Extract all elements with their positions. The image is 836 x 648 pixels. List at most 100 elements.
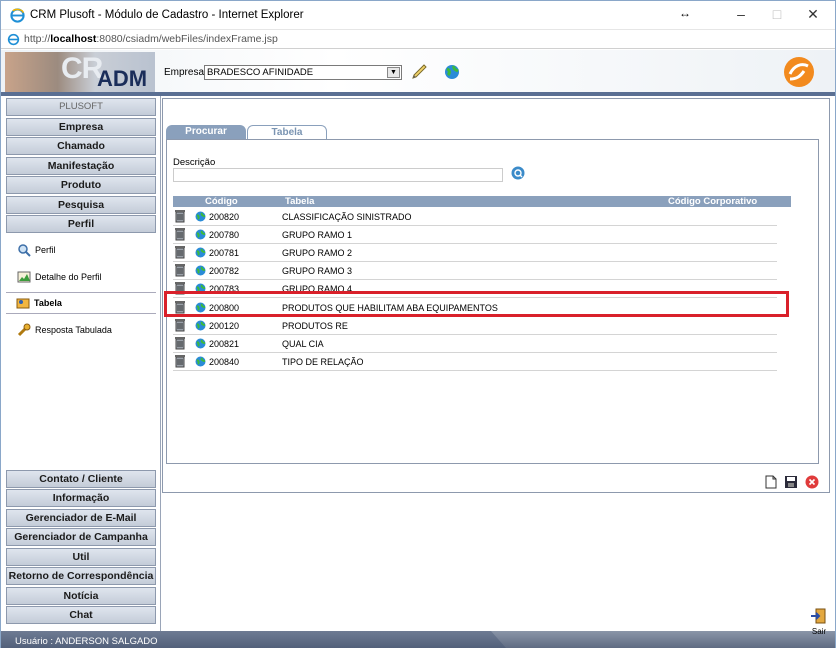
sidebar-item-util[interactable]: Util	[6, 548, 156, 566]
search-icon[interactable]	[511, 166, 525, 180]
row-code: 200781	[209, 248, 240, 259]
globe-icon[interactable]	[195, 265, 206, 276]
wrench-icon	[17, 323, 31, 337]
exit-button[interactable]: Sair	[809, 607, 829, 637]
edit-pen-icon[interactable]	[411, 63, 429, 81]
sidebar-item-contato-cliente[interactable]: Contato / Cliente	[6, 470, 156, 488]
row-code: 200840	[209, 356, 240, 367]
sub-item-perfil[interactable]: Perfil	[17, 242, 56, 258]
trash-icon[interactable]	[173, 263, 187, 277]
magnifier-icon	[18, 244, 31, 257]
grid-header: Código Tabela Código Corporativo	[173, 196, 791, 207]
row-name: TIPO DE RELAÇÃO	[282, 356, 364, 367]
row-name: CLASSIFICAÇÃO SINISTRADO	[282, 212, 412, 222]
globe-icon[interactable]	[443, 63, 461, 81]
window-title: CRM Plusoft - Módulo de Cadastro - Inter…	[30, 9, 304, 21]
url-text: http://localhost:8080/csiadm/webFiles/in…	[24, 33, 278, 45]
tab-procurar[interactable]: Procurar	[166, 125, 246, 139]
status-user: Usuário : ANDERSON SALGADO	[15, 636, 158, 647]
row-name: GRUPO RAMO 3	[282, 266, 353, 277]
sub-item-tabela-label: Tabela	[34, 298, 62, 308]
url-host: localhost	[50, 33, 97, 45]
maximize-button[interactable]: □	[759, 3, 795, 27]
descricao-input[interactable]	[173, 168, 503, 182]
app-header: CR ADM Empresa: BRADESCO AFINIDADE ▼	[1, 50, 835, 96]
sidebar-item-produto[interactable]: Produto	[6, 176, 156, 194]
table-row[interactable]: 200780 GRUPO RAMO 1	[173, 226, 777, 245]
row-code: 200780	[209, 230, 240, 241]
row-code: 200782	[209, 266, 240, 277]
tabela-icon	[16, 298, 30, 309]
row-name: PRODUTOS RE	[282, 320, 348, 331]
sub-item-detalhe-perfil[interactable]: Detalhe do Perfil	[17, 269, 102, 285]
row-name: QUAL CIA	[282, 338, 324, 349]
cancel-icon[interactable]	[805, 475, 819, 489]
url-prefix: http://	[24, 33, 51, 45]
sidebar-item-retorno-correspondencia[interactable]: Retorno de Correspondência	[6, 567, 156, 585]
table-row[interactable]: 200120 PRODUTOS RE	[173, 317, 777, 335]
descricao-label: Descrição	[173, 157, 216, 168]
row-code: 200120	[209, 320, 240, 331]
trash-icon[interactable]	[173, 245, 187, 259]
empresa-select[interactable]: BRADESCO AFINIDADE ▼	[204, 65, 402, 80]
sidebar-item-manifestacao[interactable]: Manifestação	[6, 157, 156, 175]
globe-icon[interactable]	[195, 229, 206, 240]
ie-page-icon	[7, 33, 20, 45]
tab-tabela[interactable]: Tabela	[247, 125, 327, 139]
sub-item-perfil-label: Perfil	[35, 245, 56, 255]
globe-icon[interactable]	[195, 320, 206, 331]
new-doc-icon[interactable]	[764, 475, 778, 489]
sidebar-item-empresa[interactable]: Empresa	[6, 118, 156, 136]
sidebar: PLUSOFT Empresa Chamado Manifestação Pro…	[1, 96, 161, 631]
trash-icon[interactable]	[173, 318, 187, 332]
globe-icon[interactable]	[195, 338, 206, 349]
plusoft-logo-icon	[784, 57, 814, 87]
table-row[interactable]: 200782 GRUPO RAMO 3	[173, 262, 777, 281]
table-row[interactable]: 200840 TIPO DE RELAÇÃO	[173, 353, 777, 371]
exit-icon	[811, 608, 826, 624]
logo-adm-text: ADM	[97, 66, 148, 91]
sub-item-tabela[interactable]: Tabela	[6, 292, 156, 314]
close-button[interactable]: ✕	[795, 3, 831, 27]
profile-detail-icon	[17, 271, 31, 283]
row-code: 200821	[209, 338, 240, 349]
table-row[interactable]: 200821 QUAL CIA	[173, 335, 777, 353]
browser-window: CRM Plusoft - Módulo de Cadastro - Inter…	[0, 0, 836, 648]
sidebar-item-chamado[interactable]: Chamado	[6, 137, 156, 155]
trash-icon[interactable]	[173, 336, 187, 350]
resize-icon[interactable]: ↔	[679, 6, 691, 20]
globe-icon[interactable]	[195, 247, 206, 258]
table-row[interactable]: 200781 GRUPO RAMO 2	[173, 244, 777, 263]
sidebar-item-chat[interactable]: Chat	[6, 606, 156, 624]
sidebar-item-gerenciador-email[interactable]: Gerenciador de E-Mail	[6, 509, 156, 527]
sub-item-resposta-label: Resposta Tabulada	[35, 325, 112, 335]
row-code: 200820	[209, 212, 240, 222]
globe-icon[interactable]	[195, 356, 206, 367]
url-path: :8080/csiadm/webFiles/indexFrame.jsp	[96, 33, 278, 45]
empresa-label: Empresa:	[164, 67, 207, 78]
col-codigo-corporativo: Código Corporativo	[668, 196, 758, 207]
row-name: GRUPO RAMO 2	[282, 248, 353, 259]
table-row[interactable]: 200820 CLASSIFICAÇÃO SINISTRADO	[173, 208, 777, 226]
sidebar-item-perfil[interactable]: Perfil	[6, 215, 156, 233]
sidebar-item-noticia[interactable]: Notícia	[6, 587, 156, 605]
sidebar-item-gerenciador-campanha[interactable]: Gerenciador de Campanha	[6, 528, 156, 546]
chevron-down-icon[interactable]: ▼	[387, 67, 400, 78]
save-icon[interactable]	[784, 475, 798, 489]
empresa-value: BRADESCO AFINIDADE	[207, 67, 314, 78]
crm-adm-logo: CR ADM	[5, 52, 155, 92]
sidebar-item-pesquisa[interactable]: Pesquisa	[6, 196, 156, 214]
globe-icon[interactable]	[195, 211, 206, 222]
sub-item-resposta-tabulada[interactable]: Resposta Tabulada	[17, 322, 112, 338]
status-bar: Usuário : ANDERSON SALGADO	[1, 631, 835, 648]
sidebar-item-plusoft[interactable]: PLUSOFT	[6, 98, 156, 116]
trash-icon[interactable]	[173, 354, 187, 368]
sidebar-item-informacao[interactable]: Informação	[6, 489, 156, 507]
col-codigo: Código	[205, 196, 238, 207]
minimize-button[interactable]: –	[723, 3, 759, 27]
trash-icon[interactable]	[173, 209, 187, 223]
ie-icon	[10, 7, 25, 23]
trash-icon[interactable]	[173, 227, 187, 241]
col-tabela: Tabela	[285, 196, 315, 207]
address-bar[interactable]: http://localhost:8080/csiadm/webFiles/in…	[1, 29, 835, 49]
